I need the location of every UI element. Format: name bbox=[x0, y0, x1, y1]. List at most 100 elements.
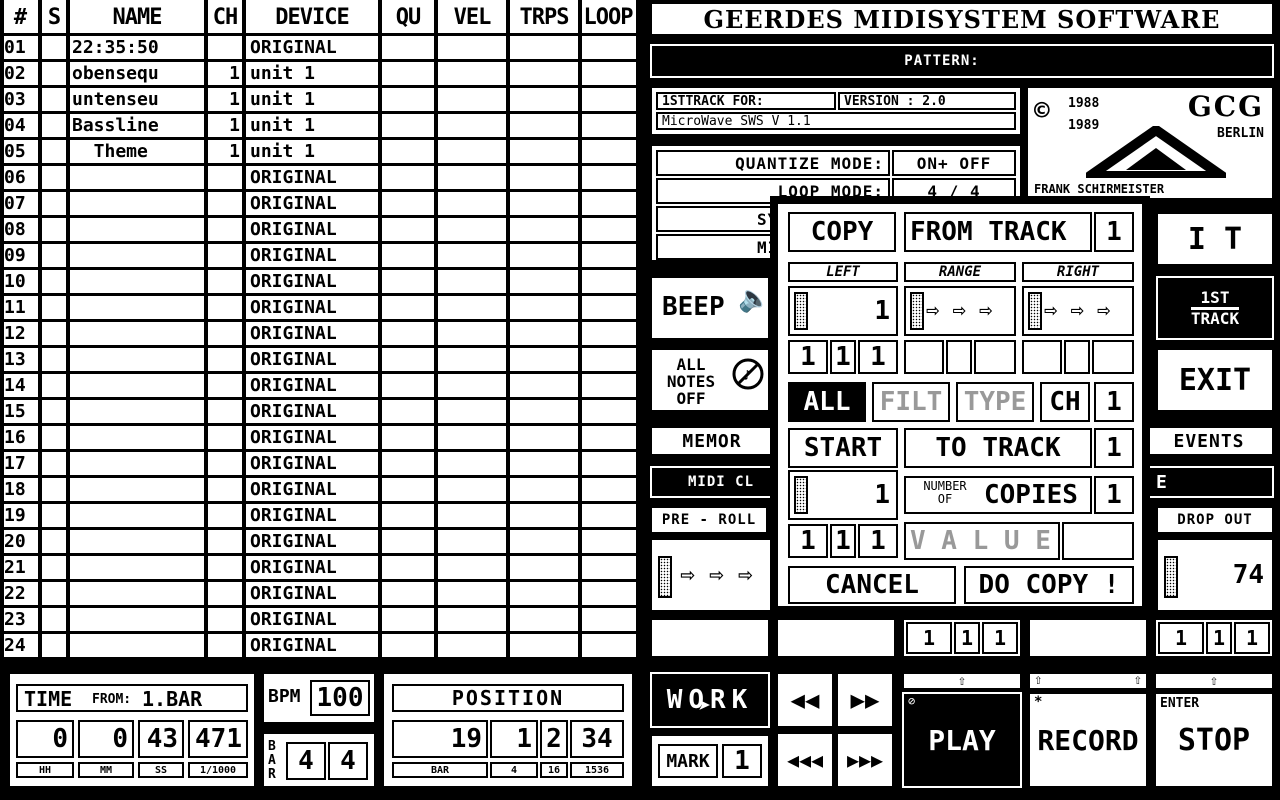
fast-rewind-button[interactable]: ◀◀◀ bbox=[776, 732, 834, 788]
table-row[interactable]: 16 ORIGINAL bbox=[0, 426, 636, 449]
table-row[interactable]: 05 Theme 1 unit 1 bbox=[0, 140, 636, 163]
table-row[interactable]: 14 ORIGINAL bbox=[0, 374, 636, 397]
track-number[interactable]: 04 bbox=[2, 114, 38, 137]
track-device[interactable]: ORIGINAL bbox=[248, 322, 378, 345]
track-name[interactable] bbox=[70, 270, 204, 293]
track-channel[interactable] bbox=[208, 296, 242, 319]
track-name[interactable] bbox=[70, 296, 204, 319]
table-row[interactable]: 06 ORIGINAL bbox=[0, 166, 636, 189]
track-number[interactable]: 05 bbox=[2, 140, 38, 163]
track-name[interactable] bbox=[70, 218, 204, 241]
time-from-box[interactable]: TIME FROM: 1.BAR bbox=[16, 684, 248, 712]
track-device[interactable]: ORIGINAL bbox=[248, 582, 378, 605]
track-channel[interactable]: 1 bbox=[208, 62, 242, 85]
track-device[interactable]: ORIGINAL bbox=[248, 166, 378, 189]
drop-out-field[interactable]: 74 bbox=[1156, 538, 1274, 612]
right-field[interactable]: ⇨ ⇨ ⇨ bbox=[1022, 286, 1134, 336]
edit-button[interactable]: I T bbox=[1156, 212, 1274, 266]
track-name[interactable]: 22:35:50 bbox=[70, 36, 204, 59]
track-name[interactable] bbox=[70, 348, 204, 371]
bpm-value[interactable]: 100 bbox=[310, 680, 370, 716]
table-row[interactable]: 17 ORIGINAL bbox=[0, 452, 636, 475]
track-channel[interactable] bbox=[208, 452, 242, 475]
record-button[interactable]: RECORD bbox=[1028, 692, 1148, 788]
track-channel[interactable]: 1 bbox=[208, 114, 242, 137]
track-number[interactable]: 10 bbox=[2, 270, 38, 293]
type-button[interactable]: TYPE bbox=[956, 382, 1034, 422]
track-name[interactable]: Theme bbox=[70, 140, 204, 163]
track-name[interactable] bbox=[70, 582, 204, 605]
track-channel[interactable] bbox=[208, 166, 242, 189]
value-field[interactable] bbox=[1062, 522, 1134, 560]
table-row[interactable]: 01 22:35:50 ORIGINAL bbox=[0, 36, 636, 59]
track-number[interactable]: 19 bbox=[2, 504, 38, 527]
track-number[interactable]: 09 bbox=[2, 244, 38, 267]
track-channel[interactable] bbox=[208, 244, 242, 267]
bar-numerator[interactable]: 4 bbox=[286, 742, 326, 780]
start-pos-beat[interactable]: 1 bbox=[830, 524, 856, 558]
track-channel[interactable] bbox=[208, 270, 242, 293]
track-number[interactable]: 07 bbox=[2, 192, 38, 215]
track-name[interactable] bbox=[70, 322, 204, 345]
track-name[interactable] bbox=[70, 166, 204, 189]
table-row[interactable]: 19 ORIGINAL bbox=[0, 504, 636, 527]
track-number[interactable]: 24 bbox=[2, 634, 38, 657]
track-device[interactable]: ORIGINAL bbox=[248, 296, 378, 319]
events-button[interactable]: EVENTS bbox=[1144, 426, 1274, 456]
range-pos-beat[interactable] bbox=[946, 340, 972, 374]
track-number[interactable]: 22 bbox=[2, 582, 38, 605]
track-name[interactable] bbox=[70, 244, 204, 267]
table-row[interactable]: 20 ORIGINAL bbox=[0, 530, 636, 553]
track-device[interactable]: ORIGINAL bbox=[248, 348, 378, 371]
track-device[interactable]: ORIGINAL bbox=[248, 244, 378, 267]
track-name[interactable] bbox=[70, 192, 204, 215]
track-number[interactable]: 02 bbox=[2, 62, 38, 85]
track-name[interactable]: untenseu bbox=[70, 88, 204, 111]
table-row[interactable]: 12 ORIGINAL bbox=[0, 322, 636, 345]
first-track-button[interactable]: 1ST TRACK bbox=[1156, 276, 1274, 340]
start-pos-tick[interactable]: 1 bbox=[858, 524, 898, 558]
track-device[interactable]: ORIGINAL bbox=[248, 192, 378, 215]
track-number[interactable]: 12 bbox=[2, 322, 38, 345]
track-number[interactable]: 17 bbox=[2, 452, 38, 475]
exit-button[interactable]: EXIT bbox=[1156, 348, 1274, 412]
track-number[interactable]: 01 bbox=[2, 36, 38, 59]
track-name[interactable] bbox=[70, 634, 204, 657]
position-bar[interactable]: 19 bbox=[392, 720, 488, 758]
start-pos-bar[interactable]: 1 bbox=[788, 524, 828, 558]
track-channel[interactable]: 1 bbox=[208, 140, 242, 163]
memory-button[interactable]: MEMOR bbox=[650, 426, 774, 456]
track-device[interactable]: ORIGINAL bbox=[248, 270, 378, 293]
quantize-mode-value[interactable]: ON+ OFF bbox=[892, 150, 1016, 176]
position-16th[interactable]: 2 bbox=[540, 720, 568, 758]
track-device[interactable]: ORIGINAL bbox=[248, 374, 378, 397]
table-row[interactable]: 11 ORIGINAL bbox=[0, 296, 636, 319]
track-name[interactable] bbox=[70, 556, 204, 579]
right-pos-bar[interactable] bbox=[1022, 340, 1062, 374]
track-device[interactable]: unit 1 bbox=[248, 88, 378, 111]
track-number[interactable]: 03 bbox=[2, 88, 38, 111]
forward-button[interactable]: ▶▶ bbox=[836, 672, 894, 728]
track-channel[interactable] bbox=[208, 608, 242, 631]
track-channel[interactable] bbox=[208, 348, 242, 371]
track-channel[interactable] bbox=[208, 322, 242, 345]
rewind-button[interactable]: ◀◀ bbox=[776, 672, 834, 728]
right-pos-beat[interactable] bbox=[1064, 340, 1090, 374]
play-button[interactable]: PLAY bbox=[902, 692, 1022, 788]
do-copy-button[interactable]: DO COPY ! bbox=[964, 566, 1134, 604]
pre-roll-button[interactable]: PRE - ROLL bbox=[650, 506, 768, 534]
track-device[interactable]: ORIGINAL bbox=[248, 426, 378, 449]
track-device[interactable]: ORIGINAL bbox=[248, 400, 378, 423]
track-name[interactable] bbox=[70, 374, 204, 397]
track-number[interactable]: 15 bbox=[2, 400, 38, 423]
track-channel[interactable] bbox=[208, 426, 242, 449]
range-pos-tick[interactable] bbox=[974, 340, 1016, 374]
track-device[interactable]: ORIGINAL bbox=[248, 36, 378, 59]
to-track-value[interactable]: 1 bbox=[1094, 428, 1134, 468]
table-row[interactable]: 07 ORIGINAL bbox=[0, 192, 636, 215]
track-number[interactable]: 14 bbox=[2, 374, 38, 397]
range-field[interactable]: ⇨ ⇨ ⇨ bbox=[904, 286, 1016, 336]
track-channel[interactable] bbox=[208, 36, 242, 59]
track-device[interactable]: ORIGINAL bbox=[248, 478, 378, 501]
track-number[interactable]: 13 bbox=[2, 348, 38, 371]
